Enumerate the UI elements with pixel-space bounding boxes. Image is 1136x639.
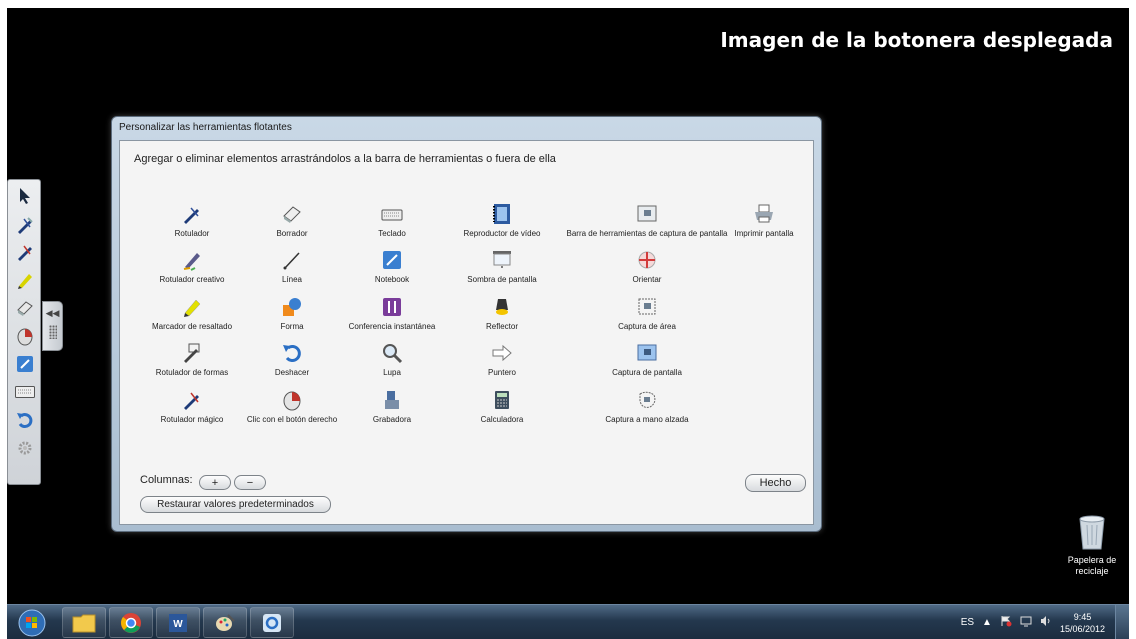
keyboard-icon bbox=[381, 209, 403, 221]
creative-pen-icon bbox=[183, 253, 200, 271]
start-orb-icon[interactable] bbox=[13, 607, 51, 638]
magic-pen-icon bbox=[184, 392, 199, 410]
tool-freehand-capture[interactable]: Captura a mano alzada bbox=[547, 389, 747, 424]
screen-capture-icon bbox=[637, 344, 657, 361]
recycle-bin-label: Papelera de reciclaje bbox=[1067, 555, 1117, 576]
highlighter-icon[interactable] bbox=[11, 268, 38, 292]
tool-keyboard[interactable]: Teclado bbox=[332, 203, 452, 238]
tool-pointer[interactable]: Puntero bbox=[442, 342, 562, 377]
recorder-icon bbox=[385, 391, 399, 409]
columns-label: Columnas: bbox=[140, 474, 193, 486]
tool-instant-conference[interactable]: Conferencia instantánea bbox=[332, 296, 452, 331]
restore-defaults-button[interactable]: Restaurar valores predeterminados bbox=[140, 496, 331, 513]
language-indicator[interactable]: ES bbox=[961, 617, 974, 628]
toolbar-collapse-handle[interactable]: ◀◀ bbox=[42, 301, 63, 351]
eraser-icon bbox=[283, 206, 301, 223]
shape-pen-icon bbox=[184, 343, 200, 363]
dialog-title: Personalizar las herramientas flotantes bbox=[119, 122, 292, 133]
add-column-button[interactable]: + bbox=[199, 475, 231, 490]
right-click-icon[interactable] bbox=[11, 324, 38, 348]
conference-icon bbox=[383, 298, 401, 316]
eraser-icon[interactable] bbox=[11, 296, 38, 320]
magnifier-icon bbox=[383, 344, 403, 364]
smart-board-icon[interactable] bbox=[250, 607, 294, 638]
tool-notebook[interactable]: Notebook bbox=[332, 249, 452, 284]
select-arrow-icon[interactable] bbox=[11, 184, 38, 208]
undo-icon[interactable] bbox=[11, 408, 38, 432]
desktop-screen: Imagen de la botonera desplegada ◀◀ Pers… bbox=[7, 8, 1129, 604]
tool-print-screen[interactable]: Imprimir pantalla bbox=[714, 203, 814, 238]
undo-icon bbox=[283, 345, 301, 362]
network-icon[interactable] bbox=[1020, 615, 1032, 630]
grip-icon bbox=[48, 325, 57, 339]
double-chevron-left-icon: ◀◀ bbox=[45, 308, 60, 318]
pen-icon[interactable] bbox=[11, 213, 38, 237]
tool-video-player[interactable]: Reproductor de vídeo bbox=[442, 203, 562, 238]
pen-icon[interactable] bbox=[11, 240, 38, 264]
system-tray: ES ▲ 9:45 15/06/2012 bbox=[961, 605, 1105, 639]
area-capture-icon bbox=[638, 298, 656, 315]
chrome-icon[interactable] bbox=[109, 607, 153, 638]
video-player-icon bbox=[493, 204, 510, 224]
clock[interactable]: 9:45 15/06/2012 bbox=[1060, 611, 1105, 635]
tool-calculator[interactable]: Calculadora bbox=[442, 389, 562, 424]
tool-recorder[interactable]: Grabadora bbox=[332, 389, 452, 424]
caption-title: Imagen de la botonera desplegada bbox=[720, 28, 1113, 52]
dialog-body: Agregar o eliminar elementos arrastrándo… bbox=[119, 140, 814, 525]
done-button[interactable]: Hecho bbox=[745, 474, 806, 492]
highlighter-icon bbox=[184, 299, 201, 317]
orient-icon bbox=[638, 251, 656, 269]
screen-shade-icon bbox=[493, 251, 511, 268]
svg-text:W: W bbox=[173, 619, 183, 630]
action-center-flag-icon[interactable] bbox=[1000, 615, 1012, 630]
recycle-bin[interactable]: Papelera de reciclaje bbox=[1057, 513, 1127, 577]
clock-time: 9:45 bbox=[1073, 611, 1092, 622]
customize-tools-dialog: Personalizar las herramientas flotantes … bbox=[111, 116, 822, 532]
capture-toolbar-icon bbox=[637, 205, 657, 222]
spotlight-icon bbox=[496, 299, 508, 315]
shape-icon bbox=[283, 298, 301, 316]
show-hidden-icons-icon[interactable]: ▲ bbox=[982, 617, 992, 628]
taskbar: W ES ▲ 9:45 15/06/2012 bbox=[7, 604, 1129, 639]
arrow-pointer-icon bbox=[492, 344, 512, 362]
word-icon[interactable]: W bbox=[156, 607, 200, 638]
recycle-bin-icon bbox=[1079, 515, 1105, 550]
gear-icon[interactable] bbox=[11, 436, 38, 460]
keyboard-icon[interactable] bbox=[11, 380, 38, 404]
right-click-icon bbox=[283, 391, 301, 411]
paint-icon[interactable] bbox=[203, 607, 247, 638]
floating-toolbar bbox=[7, 179, 41, 485]
notebook-icon[interactable] bbox=[11, 352, 38, 376]
clock-date: 15/06/2012 bbox=[1059, 623, 1105, 634]
volume-icon[interactable] bbox=[1040, 615, 1052, 630]
tool-spotlight[interactable]: Reflector bbox=[442, 296, 562, 331]
show-desktop-button[interactable] bbox=[1115, 605, 1129, 639]
instructions-text: Agregar o eliminar elementos arrastrándo… bbox=[134, 153, 556, 165]
pen-icon bbox=[184, 207, 199, 224]
freehand-capture-icon bbox=[639, 391, 656, 408]
printer-icon bbox=[755, 204, 773, 223]
tool-orient[interactable]: Orientar bbox=[547, 249, 747, 284]
notebook-icon bbox=[383, 251, 401, 269]
calculator-icon bbox=[495, 391, 509, 409]
line-icon bbox=[283, 252, 300, 270]
tool-magnifier[interactable]: Lupa bbox=[332, 342, 452, 377]
tool-screen-shade[interactable]: Sombra de pantalla bbox=[442, 249, 562, 284]
tool-area-capture[interactable]: Captura de área bbox=[547, 296, 747, 331]
remove-column-button[interactable]: − bbox=[234, 475, 266, 490]
tool-screen-capture[interactable]: Captura de pantalla bbox=[547, 342, 747, 377]
explorer-icon[interactable] bbox=[62, 607, 106, 638]
